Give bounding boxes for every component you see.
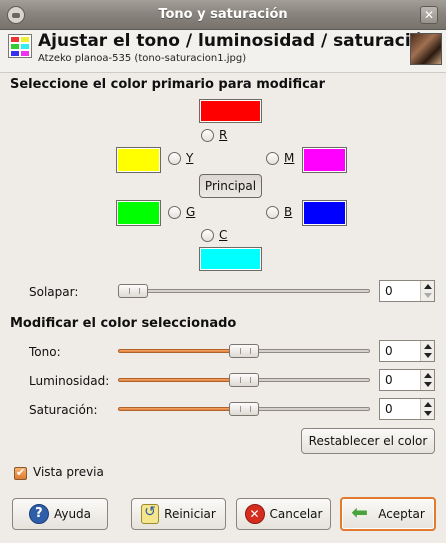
radio-red[interactable]: [201, 129, 214, 142]
radio-red-label[interactable]: R: [219, 128, 227, 142]
reset-icon: [141, 504, 160, 524]
window-title: Tono y saturación: [158, 7, 288, 22]
preview-checkbox[interactable]: [14, 466, 27, 480]
radio-green[interactable]: [168, 206, 181, 219]
overlap-spinbutton[interactable]: 0: [379, 280, 435, 302]
radio-yellow-label[interactable]: Y: [186, 151, 193, 165]
help-button[interactable]: ? Ayuda: [12, 498, 108, 530]
lightness-value[interactable]: 0: [385, 373, 393, 387]
hue-value[interactable]: 0: [385, 344, 393, 358]
title-bar[interactable]: Tono y saturación ✕: [0, 0, 446, 30]
hue-up-icon[interactable]: [424, 344, 432, 349]
hue-slider-track[interactable]: [244, 349, 370, 353]
lightness-slider-track[interactable]: [244, 378, 370, 382]
saturation-slider-handle[interactable]: [229, 402, 259, 416]
swatch-cyan: [199, 247, 262, 271]
primary-color-heading: Seleccione el color primario para modifi…: [10, 77, 325, 92]
lightness-label: Luminosidad:: [29, 374, 110, 388]
hue-slider-handle[interactable]: [229, 344, 259, 358]
lightness-slider-handle[interactable]: [229, 373, 259, 387]
master-button[interactable]: Principal: [199, 174, 262, 198]
cancel-button-label: Cancelar: [269, 507, 323, 521]
preview-label[interactable]: Vista previa: [33, 465, 104, 479]
cancel-icon: ✕: [244, 504, 265, 524]
saturation-down-icon[interactable]: [424, 411, 432, 416]
lightness-down-icon[interactable]: [424, 382, 432, 387]
hue-slider-fill[interactable]: [118, 349, 244, 353]
reset-button[interactable]: Reiniciar: [131, 498, 226, 530]
dialog-title: Ajustar el tono / luminosidad / saturaci…: [38, 31, 435, 51]
reset-color-button[interactable]: Restablecer el color: [301, 428, 435, 454]
hue-spinbutton[interactable]: 0: [379, 340, 435, 362]
help-icon: ?: [28, 504, 49, 524]
ok-button[interactable]: Aceptar: [340, 497, 436, 531]
radio-magenta[interactable]: [266, 152, 279, 165]
radio-magenta-label[interactable]: M: [284, 151, 294, 165]
help-button-label: Ayuda: [53, 507, 92, 521]
overlap-value[interactable]: 0: [385, 284, 393, 298]
radio-cyan[interactable]: [201, 229, 214, 242]
ok-icon: [351, 500, 373, 524]
modify-heading: Modificar el color seleccionado: [10, 316, 237, 331]
close-button[interactable]: ✕: [420, 6, 438, 24]
image-thumbnail: [410, 33, 442, 65]
saturation-spinbutton[interactable]: 0: [379, 398, 435, 420]
reset-button-label: Reiniciar: [164, 507, 216, 521]
swatch-magenta: [302, 147, 347, 173]
swatch-green: [116, 200, 161, 226]
swatch-red: [199, 99, 262, 123]
overlap-slider-track[interactable]: [118, 289, 370, 293]
hue-label: Tono:: [29, 345, 61, 359]
saturation-slider-fill[interactable]: [118, 407, 244, 411]
overlap-label: Solapar:: [29, 285, 79, 299]
reset-color-button-label: Restablecer el color: [308, 434, 428, 448]
swatch-blue: [302, 200, 347, 226]
saturation-slider-track[interactable]: [244, 407, 370, 411]
swatch-yellow: [116, 147, 161, 173]
image-name: Atzeko planoa-535 (tono-saturacion1.jpg): [38, 53, 247, 64]
radio-green-label[interactable]: G: [186, 205, 195, 219]
saturation-label: Saturación:: [29, 403, 98, 417]
radio-blue-label[interactable]: B: [284, 205, 292, 219]
hue-saturation-icon: [8, 34, 32, 58]
ok-button-label: Aceptar: [378, 507, 425, 521]
lightness-up-icon[interactable]: [424, 373, 432, 378]
master-button-label: Principal: [204, 179, 257, 193]
lightness-slider-fill[interactable]: [118, 378, 244, 382]
overlap-up-icon[interactable]: [424, 284, 432, 289]
lightness-spinbutton[interactable]: 0: [379, 369, 435, 391]
cancel-button[interactable]: ✕ Cancelar: [236, 498, 331, 530]
radio-yellow[interactable]: [168, 152, 181, 165]
hue-down-icon[interactable]: [424, 353, 432, 358]
saturation-up-icon[interactable]: [424, 402, 432, 407]
overlap-down-icon[interactable]: [424, 293, 432, 298]
saturation-value[interactable]: 0: [385, 402, 393, 416]
overlap-slider-handle[interactable]: [118, 284, 148, 298]
radio-cyan-label[interactable]: C: [219, 228, 227, 242]
radio-blue[interactable]: [266, 206, 279, 219]
